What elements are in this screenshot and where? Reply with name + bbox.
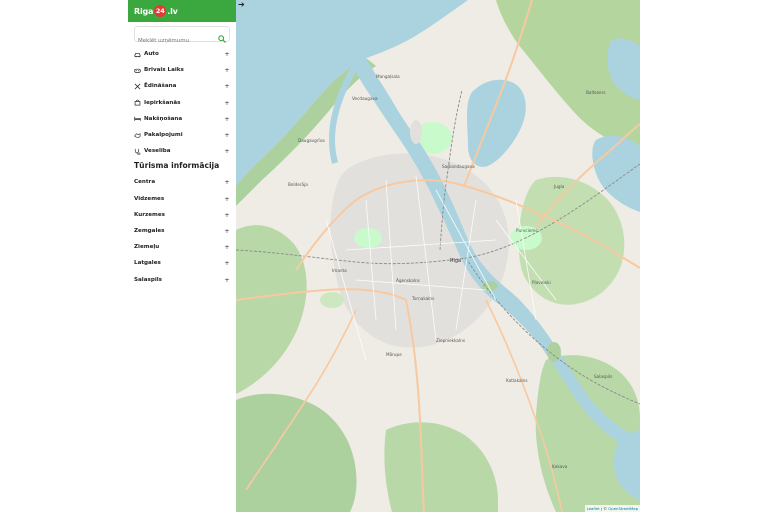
- region-item-zemgales[interactable]: Zemgales +: [128, 223, 236, 239]
- search-box: [134, 26, 230, 47]
- kundzinsala-island: [410, 120, 422, 144]
- shopping-icon: [134, 99, 141, 106]
- bed-icon: [134, 117, 141, 122]
- category-item-shopping[interactable]: Iepirkšanās +: [128, 95, 236, 111]
- map-label-baltezers: Baltezers: [586, 90, 606, 95]
- region-label: Ziemeļu: [134, 244, 160, 251]
- leisure-icon: [134, 68, 141, 73]
- map-label-kekava: Ķekava: [552, 464, 568, 469]
- category-label: Brīvais Laiks: [144, 67, 184, 74]
- category-item-services[interactable]: Pakalpojumi +: [128, 127, 236, 143]
- region-label: Vidzemes: [134, 195, 165, 202]
- expand-plus-icon[interactable]: +: [224, 66, 230, 74]
- logo-suffix: .lv: [167, 6, 178, 16]
- region-item-salaspils[interactable]: Salaspils +: [128, 271, 236, 287]
- map-label-marupe: Mārupe: [386, 352, 402, 357]
- map-label-daugavgriva: Daugavgrīva: [298, 138, 325, 143]
- map-label-sarkandaugava: Sarkandaugava: [442, 164, 475, 169]
- tourism-heading: Tūrisma informācija: [134, 161, 220, 171]
- dining-icon: [134, 83, 141, 90]
- map-label-vecdaugava: Vecdaugava: [352, 96, 378, 101]
- attribution-separator: | ©: [599, 506, 609, 511]
- category-item-leisure[interactable]: Brīvais Laiks +: [128, 62, 236, 78]
- category-item-health[interactable]: Veselība +: [128, 143, 236, 159]
- map-label-salaspils: Salaspils: [594, 374, 612, 379]
- category-label: Pakalpojumi: [144, 132, 183, 139]
- region-item-vidzemes[interactable]: Vidzemes +: [128, 191, 236, 207]
- expand-plus-icon[interactable]: +: [224, 243, 230, 251]
- category-label: Auto: [144, 51, 159, 58]
- park-west: [354, 228, 382, 248]
- app-frame: Riga 24 .lv Auto +: [128, 0, 640, 512]
- map-label-bolderaja: Bolderāja: [288, 182, 308, 187]
- map-label-riga: Rīga: [450, 258, 461, 264]
- site-logo[interactable]: Riga 24 .lv: [134, 5, 178, 17]
- search-icon: [218, 35, 226, 43]
- map-label-jugla: Jugla: [553, 184, 565, 189]
- expand-plus-icon[interactable]: +: [224, 147, 230, 155]
- map-expand-arrow-icon[interactable]: ➔: [238, 0, 245, 9]
- expand-plus-icon[interactable]: +: [224, 99, 230, 107]
- category-list: Auto + Brīvais Laiks + Ēdināšana + Iepir…: [128, 46, 236, 159]
- map-label-ziepniekkalns: Ziepniekkalns: [436, 338, 465, 343]
- category-label: Ēdināšana: [144, 83, 177, 90]
- region-label: Salaspils: [134, 276, 162, 283]
- map-tiles[interactable]: Rīga Mangaļsala Vecdaugava Daugavgrīva B…: [236, 0, 640, 512]
- expand-plus-icon[interactable]: +: [224, 276, 230, 284]
- region-item-latgales[interactable]: Latgales +: [128, 255, 236, 271]
- category-label: Veselība: [144, 148, 171, 155]
- expand-plus-icon[interactable]: +: [224, 227, 230, 235]
- region-label: Zemgales: [134, 227, 165, 234]
- expand-plus-icon[interactable]: +: [224, 211, 230, 219]
- search-input[interactable]: [135, 35, 218, 47]
- region-list: Centra + Vidzemes + Kurzemes + Zemgales …: [128, 174, 236, 287]
- category-item-auto[interactable]: Auto +: [128, 46, 236, 62]
- region-item-ziemelu[interactable]: Ziemeļu +: [128, 239, 236, 255]
- map-label-agenskalns: Āgenskalns: [396, 278, 420, 283]
- map-label-purvciems: Purvciems: [516, 228, 538, 233]
- region-label: Centra: [134, 179, 156, 186]
- car-icon: [134, 52, 141, 57]
- expand-plus-icon[interactable]: +: [224, 195, 230, 203]
- map-label-imanta: Imanta: [332, 268, 347, 273]
- map-attribution: Leaflet | © OpenStreetMap: [584, 505, 640, 512]
- health-icon: [134, 148, 141, 155]
- logo-badge: 24: [154, 5, 167, 17]
- region-label: Kurzemes: [134, 211, 165, 218]
- leaflet-link[interactable]: Leaflet: [587, 506, 600, 511]
- services-icon: [134, 132, 141, 138]
- region-item-centra[interactable]: Centra +: [128, 174, 236, 190]
- map-label-mangalsala: Mangaļsala: [376, 74, 400, 79]
- expand-plus-icon[interactable]: +: [224, 50, 230, 58]
- category-item-dining[interactable]: Ēdināšana +: [128, 78, 236, 94]
- osm-link[interactable]: OpenStreetMap: [608, 506, 638, 511]
- expand-plus-icon[interactable]: +: [224, 259, 230, 267]
- expand-plus-icon[interactable]: +: [224, 82, 230, 90]
- map-label-plavnieki: Pļavnieki: [532, 280, 551, 285]
- category-label: Iepirkšanās: [144, 99, 181, 106]
- category-item-lodging[interactable]: Nakšņošana +: [128, 111, 236, 127]
- map-label-tornakalns: Torņakalns: [411, 296, 434, 301]
- logo-prefix: Riga: [134, 6, 154, 16]
- sidebar: Riga 24 .lv Auto +: [128, 0, 237, 512]
- region-item-kurzemes[interactable]: Kurzemes +: [128, 207, 236, 223]
- region-label: Latgales: [134, 260, 161, 267]
- expand-plus-icon[interactable]: +: [224, 178, 230, 186]
- category-label: Nakšņošana: [144, 115, 183, 122]
- search-button[interactable]: [217, 29, 227, 43]
- header-bar: Riga 24 .lv: [128, 0, 236, 22]
- map-view[interactable]: Rīga Mangaļsala Vecdaugava Daugavgrīva B…: [236, 0, 640, 512]
- map-label-katlakalns: Katlakalns: [506, 378, 528, 383]
- expand-plus-icon[interactable]: +: [224, 131, 230, 139]
- expand-plus-icon[interactable]: +: [224, 115, 230, 123]
- park-kenzings: [320, 292, 344, 308]
